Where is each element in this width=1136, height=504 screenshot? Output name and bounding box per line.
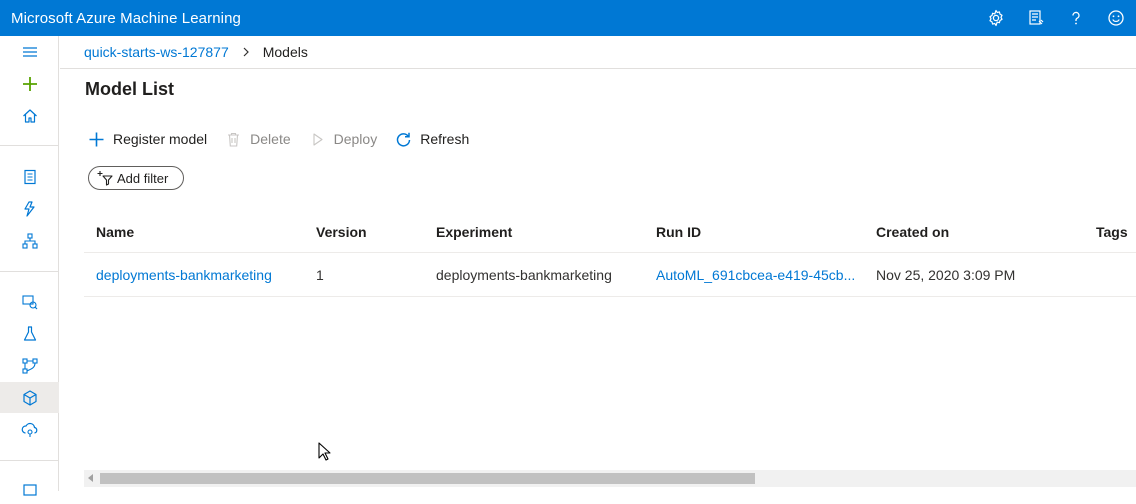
endpoints-icon[interactable] xyxy=(0,414,59,445)
column-header-tags[interactable]: Tags xyxy=(1096,224,1128,240)
top-bar-icons xyxy=(976,0,1136,36)
gear-icon[interactable] xyxy=(976,0,1016,36)
play-icon xyxy=(313,132,323,146)
nav-divider xyxy=(0,271,59,272)
notebook-icon[interactable] xyxy=(0,161,59,192)
model-created-on: Nov 25, 2020 3:09 PM xyxy=(876,267,1016,283)
left-nav xyxy=(0,36,59,496)
scroll-left-arrow-icon[interactable] xyxy=(88,474,93,482)
register-model-button[interactable]: Register model xyxy=(88,131,207,148)
delete-button[interactable]: Delete xyxy=(225,131,291,148)
refresh-label: Refresh xyxy=(420,131,470,147)
delete-label: Delete xyxy=(250,131,291,147)
help-icon[interactable] xyxy=(1056,0,1096,36)
breadcrumb-current: Models xyxy=(262,44,308,60)
refresh-button[interactable]: Refresh xyxy=(395,131,469,148)
add-icon xyxy=(89,132,104,146)
model-name-link[interactable]: deployments-bankmarketing xyxy=(96,267,272,283)
chevron-right-icon xyxy=(241,47,251,57)
column-header-run-id[interactable]: Run ID xyxy=(656,224,856,240)
refresh-icon xyxy=(397,132,411,147)
deploy-label: Deploy xyxy=(333,131,378,147)
top-bar: Microsoft Azure Machine Learning xyxy=(0,0,1136,36)
nav-divider xyxy=(0,460,59,461)
add-filter-icon xyxy=(97,171,113,186)
model-experiment: deployments-bankmarketing xyxy=(436,267,612,283)
app-title: Microsoft Azure Machine Learning xyxy=(11,9,241,27)
register-model-label: Register model xyxy=(113,131,208,147)
page-title: Model List xyxy=(85,79,174,99)
run-id-link[interactable]: AutoML_691cbcea-e419-45cb... xyxy=(656,267,856,283)
breadcrumb: quick-starts-ws-127877 Models xyxy=(60,36,1136,69)
add-filter-button[interactable]: Add filter xyxy=(88,166,184,190)
column-header-version[interactable]: Version xyxy=(316,224,367,240)
mouse-cursor-icon xyxy=(318,442,331,461)
smiley-icon[interactable] xyxy=(1096,0,1136,36)
experiments-icon[interactable] xyxy=(0,318,59,349)
nav-divider xyxy=(0,145,59,146)
deploy-button[interactable]: Deploy xyxy=(309,131,378,148)
hamburger-icon[interactable] xyxy=(0,36,59,67)
horizontal-scrollbar[interactable] xyxy=(84,470,1136,487)
column-header-experiment[interactable]: Experiment xyxy=(436,224,512,240)
column-header-name[interactable]: Name xyxy=(96,224,134,240)
model-version: 1 xyxy=(316,267,324,283)
table-header: Name Version Experiment Run ID Created o… xyxy=(84,210,1136,253)
home-icon[interactable] xyxy=(0,100,59,131)
designer-icon[interactable] xyxy=(0,225,59,256)
models-icon[interactable] xyxy=(0,382,59,413)
table-row[interactable]: deployments-bankmarketing 1 deployments-… xyxy=(84,253,1136,297)
toolbar: Register model Delete Deploy Refresh xyxy=(88,127,487,151)
feedback-list-icon[interactable] xyxy=(1016,0,1056,36)
datasets-icon[interactable] xyxy=(0,286,59,317)
models-table: Name Version Experiment Run ID Created o… xyxy=(84,210,1136,297)
add-filter-label: Add filter xyxy=(117,170,169,186)
compute-icon[interactable] xyxy=(0,473,59,504)
pipelines-icon[interactable] xyxy=(0,350,59,381)
automl-icon[interactable] xyxy=(0,193,59,224)
breadcrumb-workspace-link[interactable]: quick-starts-ws-127877 xyxy=(84,44,229,60)
plus-icon[interactable] xyxy=(0,68,59,99)
trash-icon xyxy=(228,132,240,147)
column-header-created-on[interactable]: Created on xyxy=(876,224,949,240)
scrollbar-thumb[interactable] xyxy=(100,473,755,484)
